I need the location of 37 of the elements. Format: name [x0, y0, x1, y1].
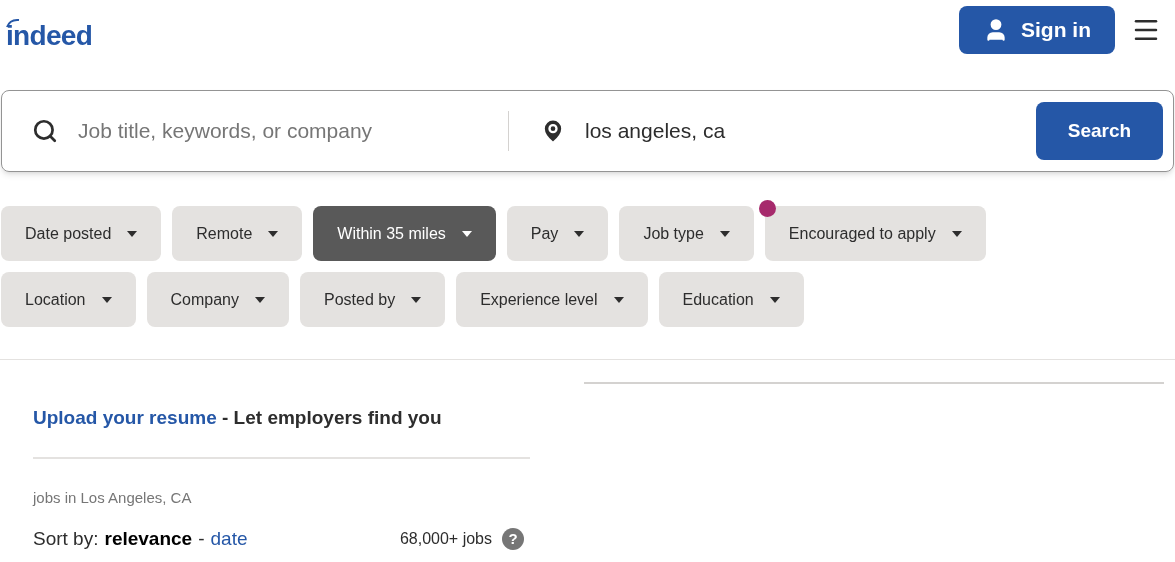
help-icon[interactable]: ? [502, 528, 524, 551]
caret-icon [769, 296, 780, 303]
caret-icon [951, 230, 962, 237]
filter-dropdown[interactable]: Experience level [456, 272, 648, 327]
search-icon [32, 118, 58, 144]
caret-icon [461, 230, 472, 237]
sign-in-button[interactable]: Sign in [959, 6, 1115, 54]
filter-dropdown[interactable]: Date posted [1, 206, 162, 261]
caret-icon [268, 230, 279, 237]
filter-dropdown[interactable]: Education [658, 272, 804, 327]
resume-tagline: - Let employers find you [221, 407, 442, 428]
caret-icon [411, 296, 422, 303]
filter-dropdown[interactable]: Company [146, 272, 289, 327]
caret-icon [101, 296, 112, 303]
filter-dropdown[interactable]: Within 35 miles [313, 206, 496, 261]
sort-option[interactable]: relevance [104, 525, 193, 554]
filter-dropdown[interactable]: Job type [619, 206, 754, 261]
results-heading: jobs in Los Angeles, CA [33, 487, 193, 508]
caret-icon [127, 230, 138, 237]
sort-label: Sort by: [33, 527, 99, 551]
job-count: 68,000+ jobs [399, 529, 492, 550]
caret-icon [613, 296, 624, 303]
filter-dropdown[interactable]: Remote [172, 206, 303, 261]
where-input[interactable]: los angeles, ca [585, 115, 1036, 147]
caret-icon [255, 296, 265, 303]
filter-dropdown[interactable]: Pay [506, 206, 609, 261]
filter-dropdown[interactable]: Posted by [300, 272, 446, 327]
what-input[interactable]: Job title, keywords, or company [78, 115, 498, 147]
filter-dropdown[interactable]: Encouraged to apply [764, 206, 986, 261]
sort-option[interactable]: date [210, 525, 248, 554]
sort-separator: - [198, 527, 205, 551]
filter-dropdown[interactable]: Location [1, 272, 136, 327]
upload-resume-link[interactable]: Upload your resume [33, 407, 217, 428]
caret-icon [719, 230, 730, 237]
search-button[interactable]: Search [1036, 102, 1163, 160]
caret-icon [574, 230, 585, 237]
logo[interactable]: indeed [6, 22, 93, 50]
